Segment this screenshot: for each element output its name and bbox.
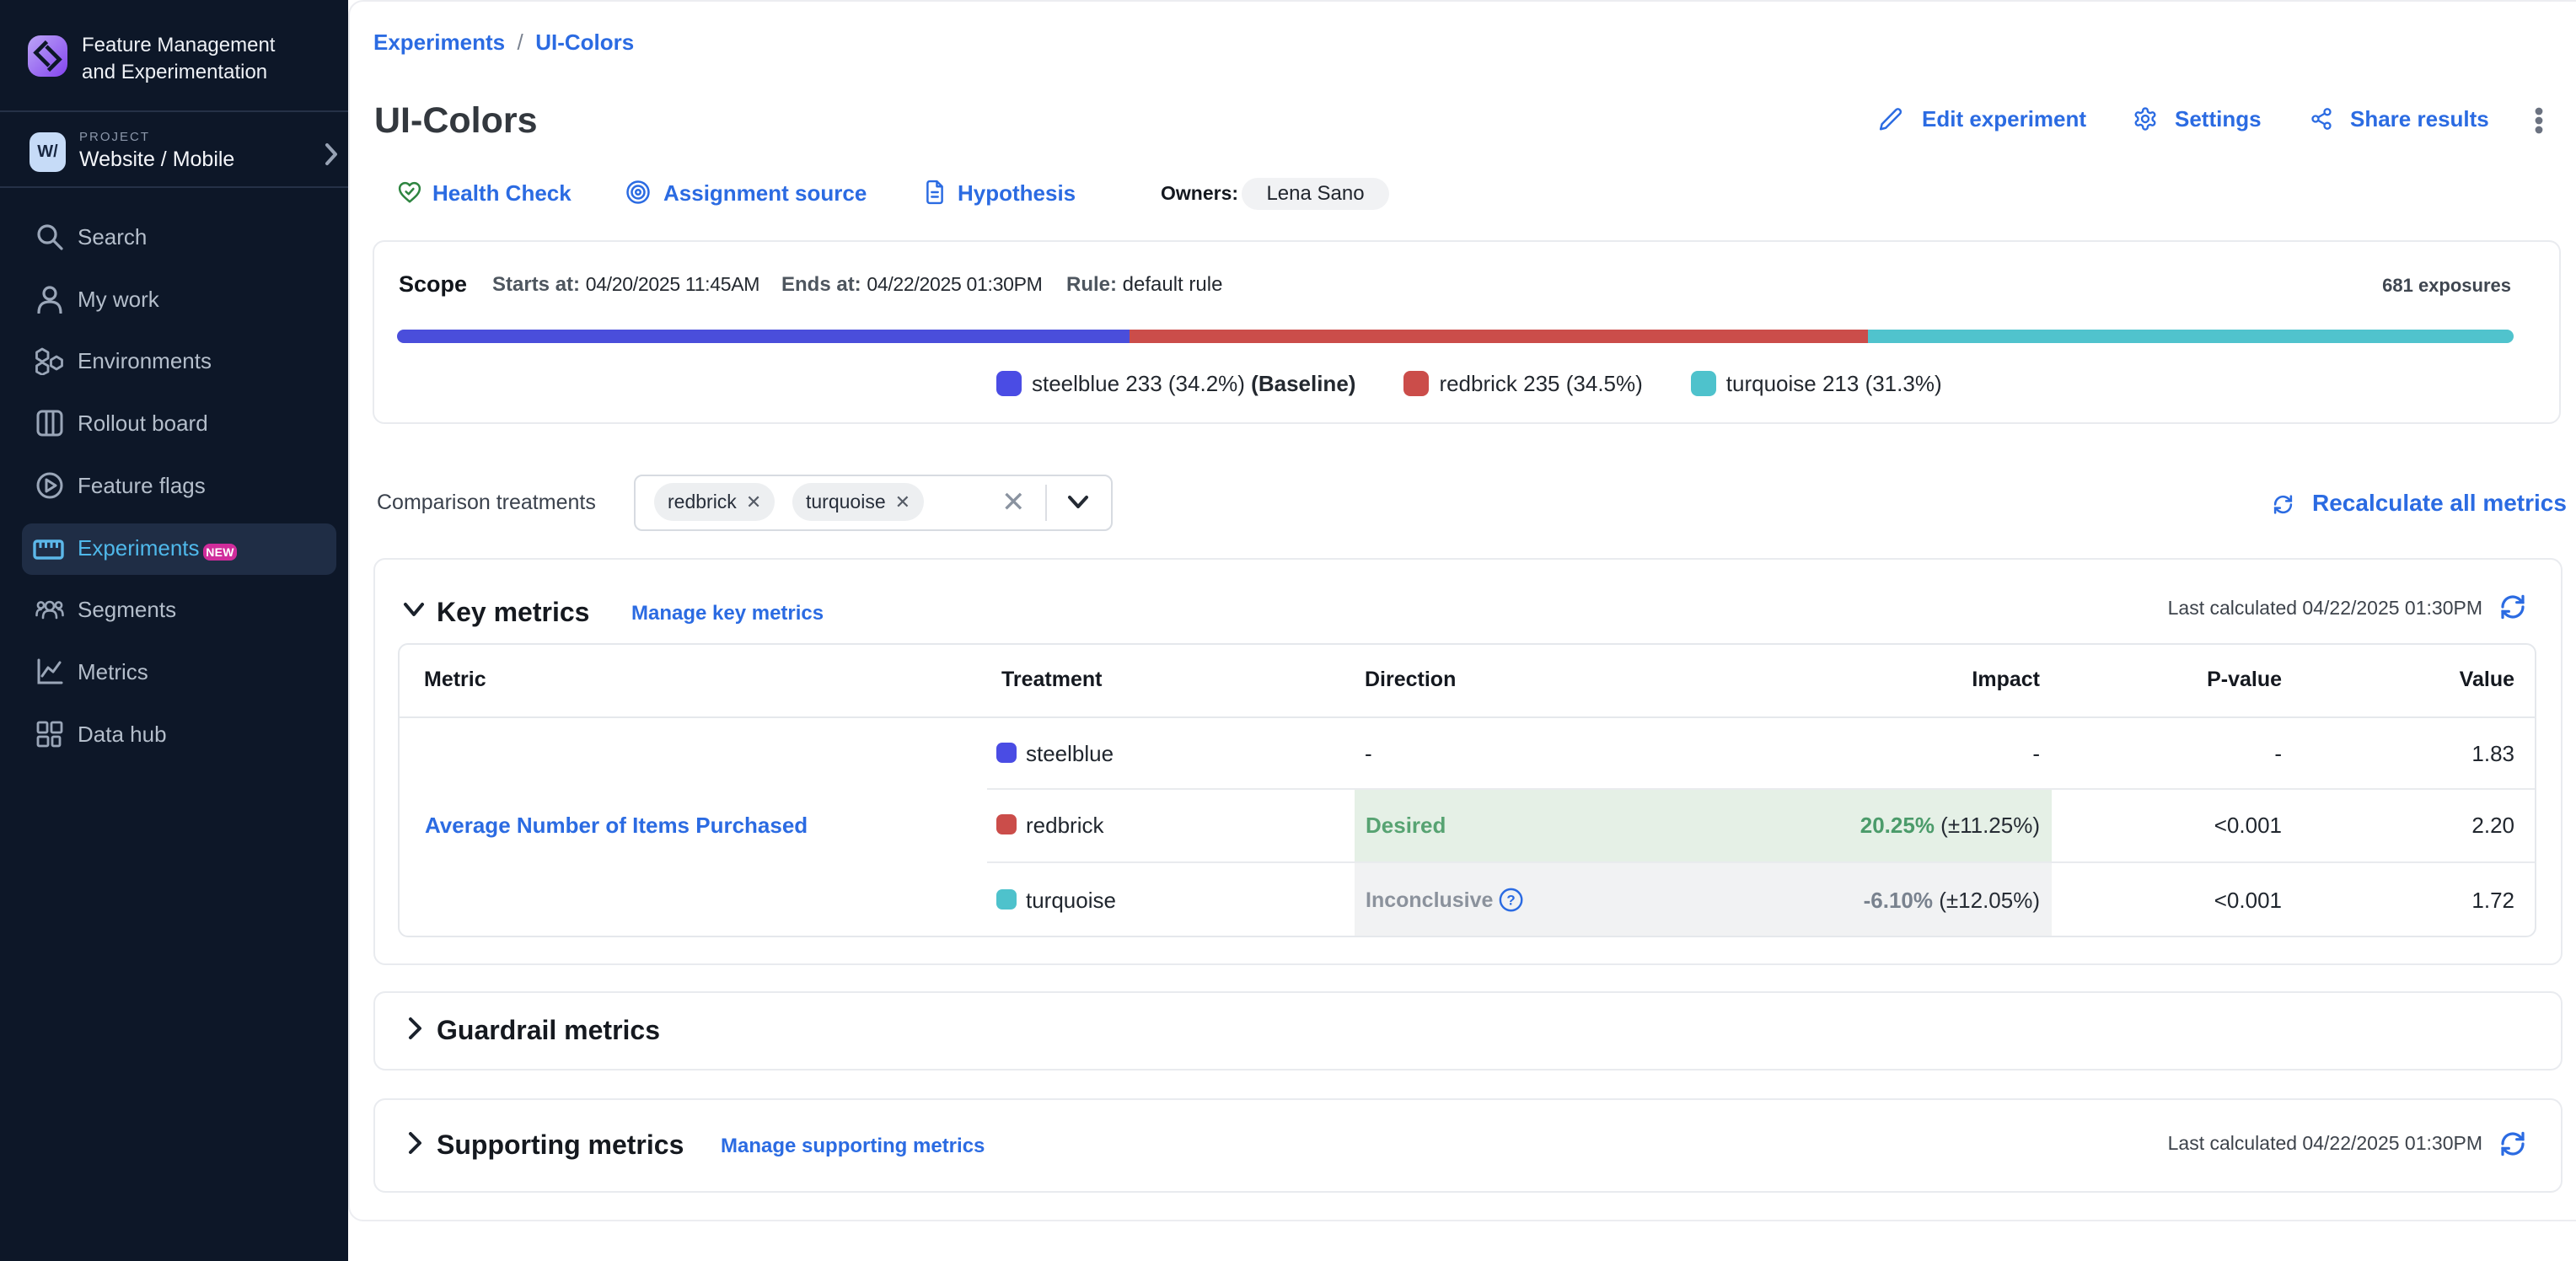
- svg-text:?: ?: [1506, 893, 1515, 909]
